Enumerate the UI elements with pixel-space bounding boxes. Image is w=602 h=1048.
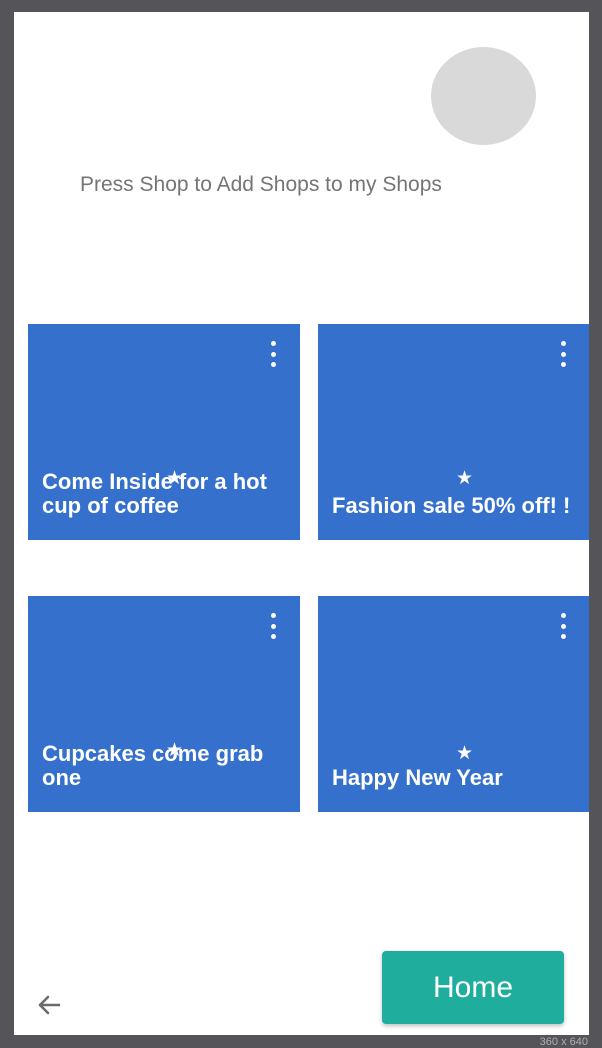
home-button[interactable]: Home: [382, 951, 564, 1024]
more-vert-icon[interactable]: [269, 341, 277, 367]
star-icon[interactable]: ★: [456, 469, 473, 488]
arrow-left-icon[interactable]: [34, 990, 64, 1020]
card-title: Fashion sale 50% off! !: [332, 493, 571, 518]
card-title: Come Inside for a hot cup of coffee: [42, 469, 267, 518]
shop-card[interactable]: ★ Fashion sale 50% off! !: [318, 324, 589, 540]
screen-size-label: 360 x 640: [539, 1036, 588, 1048]
avatar[interactable]: [431, 47, 536, 145]
more-vert-icon[interactable]: [559, 613, 567, 639]
more-vert-icon[interactable]: [559, 341, 567, 367]
more-vert-icon[interactable]: [269, 613, 277, 639]
shop-card[interactable]: ★ Cupcakes come grab one: [28, 596, 300, 812]
star-icon[interactable]: ★: [456, 744, 473, 763]
card-title: Happy New Year: [332, 765, 503, 790]
app-screen: Press Shop to Add Shops to my Shops ★ Co…: [14, 12, 589, 1035]
hint-text: Press Shop to Add Shops to my Shops: [80, 173, 442, 196]
shop-card[interactable]: ★ Happy New Year: [318, 596, 589, 812]
card-title: Cupcakes come grab one: [42, 741, 264, 790]
shop-card[interactable]: ★ Come Inside for a hot cup of coffee: [28, 324, 300, 540]
